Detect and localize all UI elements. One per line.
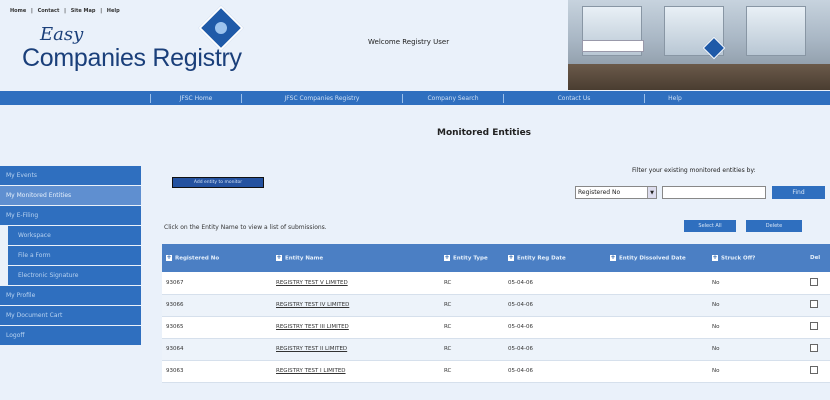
delete-checkbox[interactable] — [810, 366, 818, 374]
col-header-del: Del — [806, 244, 830, 272]
cell-dissolved — [606, 360, 708, 383]
sidebar-item-logoff[interactable]: Logoff — [0, 326, 141, 345]
nav-help[interactable]: Help — [645, 95, 705, 102]
cell-type: RC — [440, 360, 504, 383]
cell-del — [806, 294, 830, 317]
top-link-sep: | — [30, 8, 33, 14]
cell-dissolved — [606, 316, 708, 339]
cell-dissolved — [606, 294, 708, 317]
cell-type: RC — [440, 294, 504, 317]
entity-name-link[interactable]: REGISTRY TEST V LIMITED — [272, 272, 440, 295]
filter-field-select[interactable]: Registered No ▼ — [575, 186, 657, 199]
cell-struck: No — [708, 360, 806, 383]
top-link-help[interactable]: Help — [107, 8, 120, 14]
find-button[interactable]: Find — [772, 186, 825, 199]
top-link-sitemap[interactable]: Site Map — [71, 8, 96, 14]
logo-easy: Easy — [40, 24, 84, 45]
top-link-contact[interactable]: Contact — [38, 8, 60, 14]
filter-input[interactable] — [662, 186, 766, 199]
top-link-sep: | — [100, 8, 103, 14]
nav-jfsc-home[interactable]: JFSC Home — [151, 95, 241, 102]
cell-type: RC — [440, 338, 504, 361]
filter-label: Filter your existing monitored entities … — [632, 167, 756, 174]
sidebar-item-workspace[interactable]: Workspace — [8, 226, 141, 245]
sort-plus-icon: + — [444, 253, 450, 261]
welcome-message: Welcome Registry User — [368, 38, 450, 46]
instruction-text: Click on the Entity Name to view a list … — [164, 224, 327, 231]
cell-type: RC — [440, 316, 504, 339]
top-links: Home | Contact | Site Map | Help — [10, 8, 123, 14]
sidebar: My Events My Monitored Entities My E-Fil… — [0, 166, 141, 346]
cell-struck: No — [708, 338, 806, 361]
col-header-registered-no[interactable]: + Registered No — [162, 244, 272, 272]
cell-reg-date: 05-04-06 — [504, 294, 606, 317]
table-header-row: + Registered No + Entity Name + Entity Type… — [162, 244, 830, 272]
cell-del — [806, 316, 830, 339]
col-header-entity-type[interactable]: + Entity Type — [440, 244, 504, 272]
top-link-home[interactable]: Home — [10, 8, 26, 14]
nav-company-search[interactable]: Company Search — [403, 95, 503, 102]
cell-reg-no: 93063 — [162, 360, 272, 383]
cell-dissolved — [606, 338, 708, 361]
table-row: 93064 REGISTRY TEST II LIMITED RC 05-04-… — [162, 338, 830, 361]
cell-del — [806, 360, 830, 383]
cell-reg-no: 93064 — [162, 338, 272, 361]
page-title: Monitored Entities — [437, 128, 532, 138]
cell-struck: No — [708, 316, 806, 339]
select-all-button[interactable]: Select All — [684, 220, 736, 232]
entity-name-link[interactable]: REGISTRY TEST I LIMITED — [272, 360, 440, 383]
top-link-sep: | — [64, 8, 66, 14]
table-row: 93063 REGISTRY TEST I LIMITED RC 05-04-0… — [162, 360, 830, 383]
delete-checkbox[interactable] — [810, 344, 818, 352]
sort-plus-icon: + — [508, 253, 514, 261]
delete-checkbox[interactable] — [810, 300, 818, 308]
table-row: 93065 REGISTRY TEST III LIMITED RC 05-04… — [162, 316, 830, 339]
col-header-entity-name[interactable]: + Entity Name — [272, 244, 440, 272]
logo-companies-registry: Companies Registry — [22, 44, 242, 72]
top-nav: JFSC Home JFSC Companies Registry Compan… — [0, 91, 830, 105]
cell-del — [806, 338, 830, 361]
cell-type: RC — [440, 272, 504, 295]
col-header-struck-off[interactable]: + Struck Off? — [708, 244, 806, 272]
cell-struck: No — [708, 294, 806, 317]
sidebar-item-my-events[interactable]: My Events — [0, 166, 141, 185]
sort-plus-icon: + — [712, 253, 718, 261]
sidebar-item-electronic-signature[interactable]: Electronic Signature — [8, 266, 141, 285]
header-photo-field — [582, 40, 644, 52]
entity-name-link[interactable]: REGISTRY TEST III LIMITED — [272, 316, 440, 339]
cell-del — [806, 272, 830, 295]
cell-reg-date: 05-04-06 — [504, 360, 606, 383]
chevron-down-icon: ▼ — [647, 187, 656, 198]
sidebar-item-my-monitored-entities[interactable]: My Monitored Entities — [0, 186, 141, 205]
col-header-entity-reg-date[interactable]: + Entity Reg Date — [504, 244, 606, 272]
col-header-entity-dissolved-date[interactable]: + Entity Dissolved Date — [606, 244, 708, 272]
cell-dissolved — [606, 272, 708, 295]
cell-reg-date: 05-04-06 — [504, 316, 606, 339]
delete-checkbox[interactable] — [810, 277, 818, 286]
sidebar-item-my-document-cart[interactable]: My Document Cart — [0, 306, 141, 325]
entity-name-link[interactable]: REGISTRY TEST IV LIMITED — [272, 294, 440, 317]
sort-plus-icon: + — [610, 253, 616, 261]
cell-reg-no: 93065 — [162, 316, 272, 339]
filter-select-value: Registered No — [578, 189, 621, 196]
cell-struck: No — [708, 272, 806, 295]
sidebar-item-file-a-form[interactable]: File a Form — [8, 246, 141, 265]
nav-jfsc-companies-registry[interactable]: JFSC Companies Registry — [242, 95, 402, 102]
cell-reg-date: 05-04-06 — [504, 272, 606, 295]
delete-button[interactable]: Delete — [746, 220, 802, 232]
delete-checkbox[interactable] — [810, 322, 818, 330]
cell-reg-no: 93067 — [162, 272, 272, 295]
cell-reg-no: 93066 — [162, 294, 272, 317]
sidebar-item-my-profile[interactable]: My Profile — [0, 286, 141, 305]
entity-name-link[interactable]: REGISTRY TEST II LIMITED — [272, 338, 440, 361]
monitored-entities-table: + Registered No + Entity Name + Entity Type… — [162, 244, 830, 383]
table-row: 93067 REGISTRY TEST V LIMITED RC 05-04-0… — [162, 272, 830, 295]
sort-plus-icon: + — [276, 253, 282, 261]
sidebar-item-my-e-filing[interactable]: My E-Filing — [0, 206, 141, 225]
cell-reg-date: 05-04-06 — [504, 338, 606, 361]
sort-plus-icon: + — [166, 253, 172, 261]
nav-contact-us[interactable]: Contact Us — [504, 95, 644, 102]
table-row: 93066 REGISTRY TEST IV LIMITED RC 05-04-… — [162, 294, 830, 317]
add-entity-button[interactable]: Add entity to monitor — [172, 177, 264, 188]
